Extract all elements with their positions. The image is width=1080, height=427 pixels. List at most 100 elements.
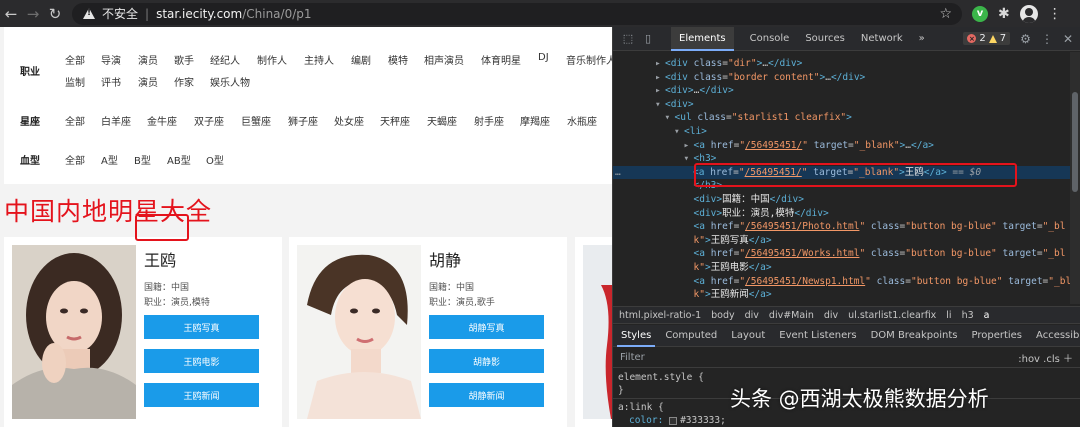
subtab-event-listeners[interactable]: Event Listeners xyxy=(779,330,856,341)
filter-option[interactable]: 天秤座 xyxy=(380,113,410,128)
style-rule-selector: a:link { xyxy=(618,402,664,413)
filter-option[interactable]: 摩羯座 xyxy=(520,113,550,128)
style-declaration[interactable]: color: #333333; xyxy=(629,415,726,426)
settings-gear-icon[interactable]: ⚙ xyxy=(1020,32,1031,46)
filter-option[interactable]: B型 xyxy=(134,152,151,167)
bookmark-star-icon[interactable]: ☆ xyxy=(939,6,952,22)
photo-button[interactable]: 胡静写真 xyxy=(429,315,544,339)
subtab-layout[interactable]: Layout xyxy=(731,330,765,341)
subtab-dom-breakpoints[interactable]: DOM Breakpoints xyxy=(871,330,958,341)
filter-panel: 职业 全部 导演 演员 歌手 经纪人 制作人 主持人 编剧 模特 相声演员 体育明星 DJ 音乐制作人 … xyxy=(4,27,612,184)
more-tabs-icon[interactable]: » xyxy=(919,27,925,51)
filter-option[interactable]: 演员 xyxy=(138,52,158,67)
filter-option[interactable]: AB型 xyxy=(167,152,191,167)
inspect-element-icon[interactable]: ⬚ xyxy=(619,30,637,48)
subtab-computed[interactable]: Computed xyxy=(665,330,717,341)
star-photo[interactable] xyxy=(297,245,421,419)
filter-option[interactable]: 白羊座 xyxy=(101,113,131,128)
reload-icon[interactable]: ↻ xyxy=(44,3,66,25)
breadcrumb-item[interactable]: li xyxy=(946,310,951,321)
filter-option[interactable]: 音乐制作人 xyxy=(566,52,612,67)
star-card xyxy=(575,237,612,427)
filter-option[interactable]: 全部 xyxy=(65,113,85,128)
breadcrumb-item[interactable]: div#Main xyxy=(769,310,814,321)
news-button[interactable]: 王鸥新闻 xyxy=(144,383,259,407)
error-count: 2 xyxy=(979,33,986,44)
styles-filter-input[interactable]: Filter xyxy=(620,352,645,363)
star-nationality: 国籍：中国 xyxy=(429,283,475,293)
close-devtools-icon[interactable]: ✕ xyxy=(1063,32,1073,46)
filter-option[interactable]: 监制 xyxy=(65,74,85,89)
photo-button[interactable]: 王鸥写真 xyxy=(144,315,259,339)
filter-option[interactable]: 体育明星 xyxy=(481,52,521,67)
issues-badge[interactable]: × 2 7 xyxy=(963,32,1011,45)
breadcrumb-item[interactable]: div xyxy=(824,310,838,321)
filter-option[interactable]: 相声演员 xyxy=(424,52,464,67)
movie-button[interactable]: 胡静影 xyxy=(429,349,544,373)
color-swatch-icon[interactable] xyxy=(669,416,678,425)
address-bar[interactable]: 不安全 | star.iecity.com /China/0/p1 ☆ xyxy=(72,2,962,25)
subtab-accessibility[interactable]: Accessibility xyxy=(1036,330,1080,341)
dom-highlight-box xyxy=(694,163,1017,187)
style-value: #333333; xyxy=(680,415,726,426)
insecure-label: 不安全 xyxy=(102,7,139,21)
movie-button[interactable]: 王鸥电影 xyxy=(144,349,259,373)
filter-option[interactable]: 模特 xyxy=(388,52,408,67)
devtools-menu-icon[interactable]: ⋮ xyxy=(1041,32,1053,46)
filter-option[interactable]: 制作人 xyxy=(257,52,287,67)
profile-avatar-icon[interactable] xyxy=(1019,4,1038,23)
star-name-link[interactable]: 胡静 xyxy=(429,247,461,271)
filter-option[interactable]: 水瓶座 xyxy=(567,113,597,128)
filter-option[interactable]: O型 xyxy=(206,152,224,167)
breadcrumb-item[interactable]: ul.starlist1.clearfix xyxy=(848,310,936,321)
filter-option[interactable]: A型 xyxy=(101,152,118,167)
filter-option[interactable]: 全部 xyxy=(65,152,85,167)
tab-sources[interactable]: Sources xyxy=(805,27,845,51)
hov-cls-controls[interactable]: :hov .cls ＋ xyxy=(1018,350,1073,365)
filter-label-blood: 血型 xyxy=(20,156,40,167)
breadcrumb-item[interactable]: body xyxy=(711,310,735,321)
filter-option[interactable]: 娱乐人物 xyxy=(210,74,250,89)
back-arrow-icon[interactable]: ← xyxy=(0,3,22,25)
subtab-styles[interactable]: Styles xyxy=(616,325,656,347)
filter-option[interactable]: 双子座 xyxy=(194,113,224,128)
breadcrumb-item[interactable]: html.pixel-ratio-1 xyxy=(619,310,701,321)
forward-arrow-icon[interactable]: → xyxy=(22,3,44,25)
filter-label-occupation: 职业 xyxy=(20,67,40,78)
star-occupation: 职业：演员,歌手 xyxy=(429,298,495,308)
tab-elements[interactable]: Elements xyxy=(671,27,734,51)
filter-option[interactable]: 巨蟹座 xyxy=(241,113,271,128)
extensions-puzzle-icon[interactable]: ✱ xyxy=(998,6,1010,22)
filter-option[interactable]: 主持人 xyxy=(304,52,334,67)
styles-filter[interactable]: Filter :hov .cls ＋ xyxy=(613,348,1080,368)
star-name-link[interactable]: 王鸥 xyxy=(144,247,176,271)
filter-option[interactable]: 作家 xyxy=(174,74,194,89)
filter-option[interactable]: DJ xyxy=(538,52,549,63)
subtab-properties[interactable]: Properties xyxy=(971,330,1022,341)
filter-option[interactable]: 演员 xyxy=(138,74,158,89)
filter-option[interactable]: 导演 xyxy=(101,52,121,67)
breadcrumb-item[interactable]: h3 xyxy=(962,310,974,321)
dom-scrollbar[interactable] xyxy=(1070,52,1080,304)
browser-menu-icon[interactable]: ⋮ xyxy=(1048,6,1062,22)
tab-console[interactable]: Console xyxy=(750,27,790,51)
breadcrumb-item[interactable]: a xyxy=(984,310,990,321)
filter-option[interactable]: 评书 xyxy=(101,74,121,89)
filter-option[interactable]: 处女座 xyxy=(334,113,364,128)
news-button[interactable]: 胡静新闻 xyxy=(429,383,544,407)
filter-option[interactable]: 编剧 xyxy=(351,52,371,67)
filter-option[interactable]: 全部 xyxy=(65,52,85,67)
breadcrumb: html.pixel-ratio-1 body div div#Main div ul.s… xyxy=(613,306,1080,324)
tab-network[interactable]: Network xyxy=(861,27,903,51)
filter-option[interactable]: 金牛座 xyxy=(147,113,177,128)
extension-v-icon[interactable]: v xyxy=(972,5,988,22)
filter-option[interactable]: 歌手 xyxy=(174,52,194,67)
breadcrumb-item[interactable]: div xyxy=(745,310,759,321)
filter-option[interactable]: 天蝎座 xyxy=(427,113,457,128)
star-photo[interactable] xyxy=(583,245,612,419)
filter-option[interactable]: 经纪人 xyxy=(210,52,240,67)
star-photo[interactable] xyxy=(12,245,136,419)
filter-option[interactable]: 射手座 xyxy=(474,113,504,128)
filter-option[interactable]: 狮子座 xyxy=(288,113,318,128)
device-toolbar-icon[interactable]: ▯ xyxy=(639,30,657,48)
